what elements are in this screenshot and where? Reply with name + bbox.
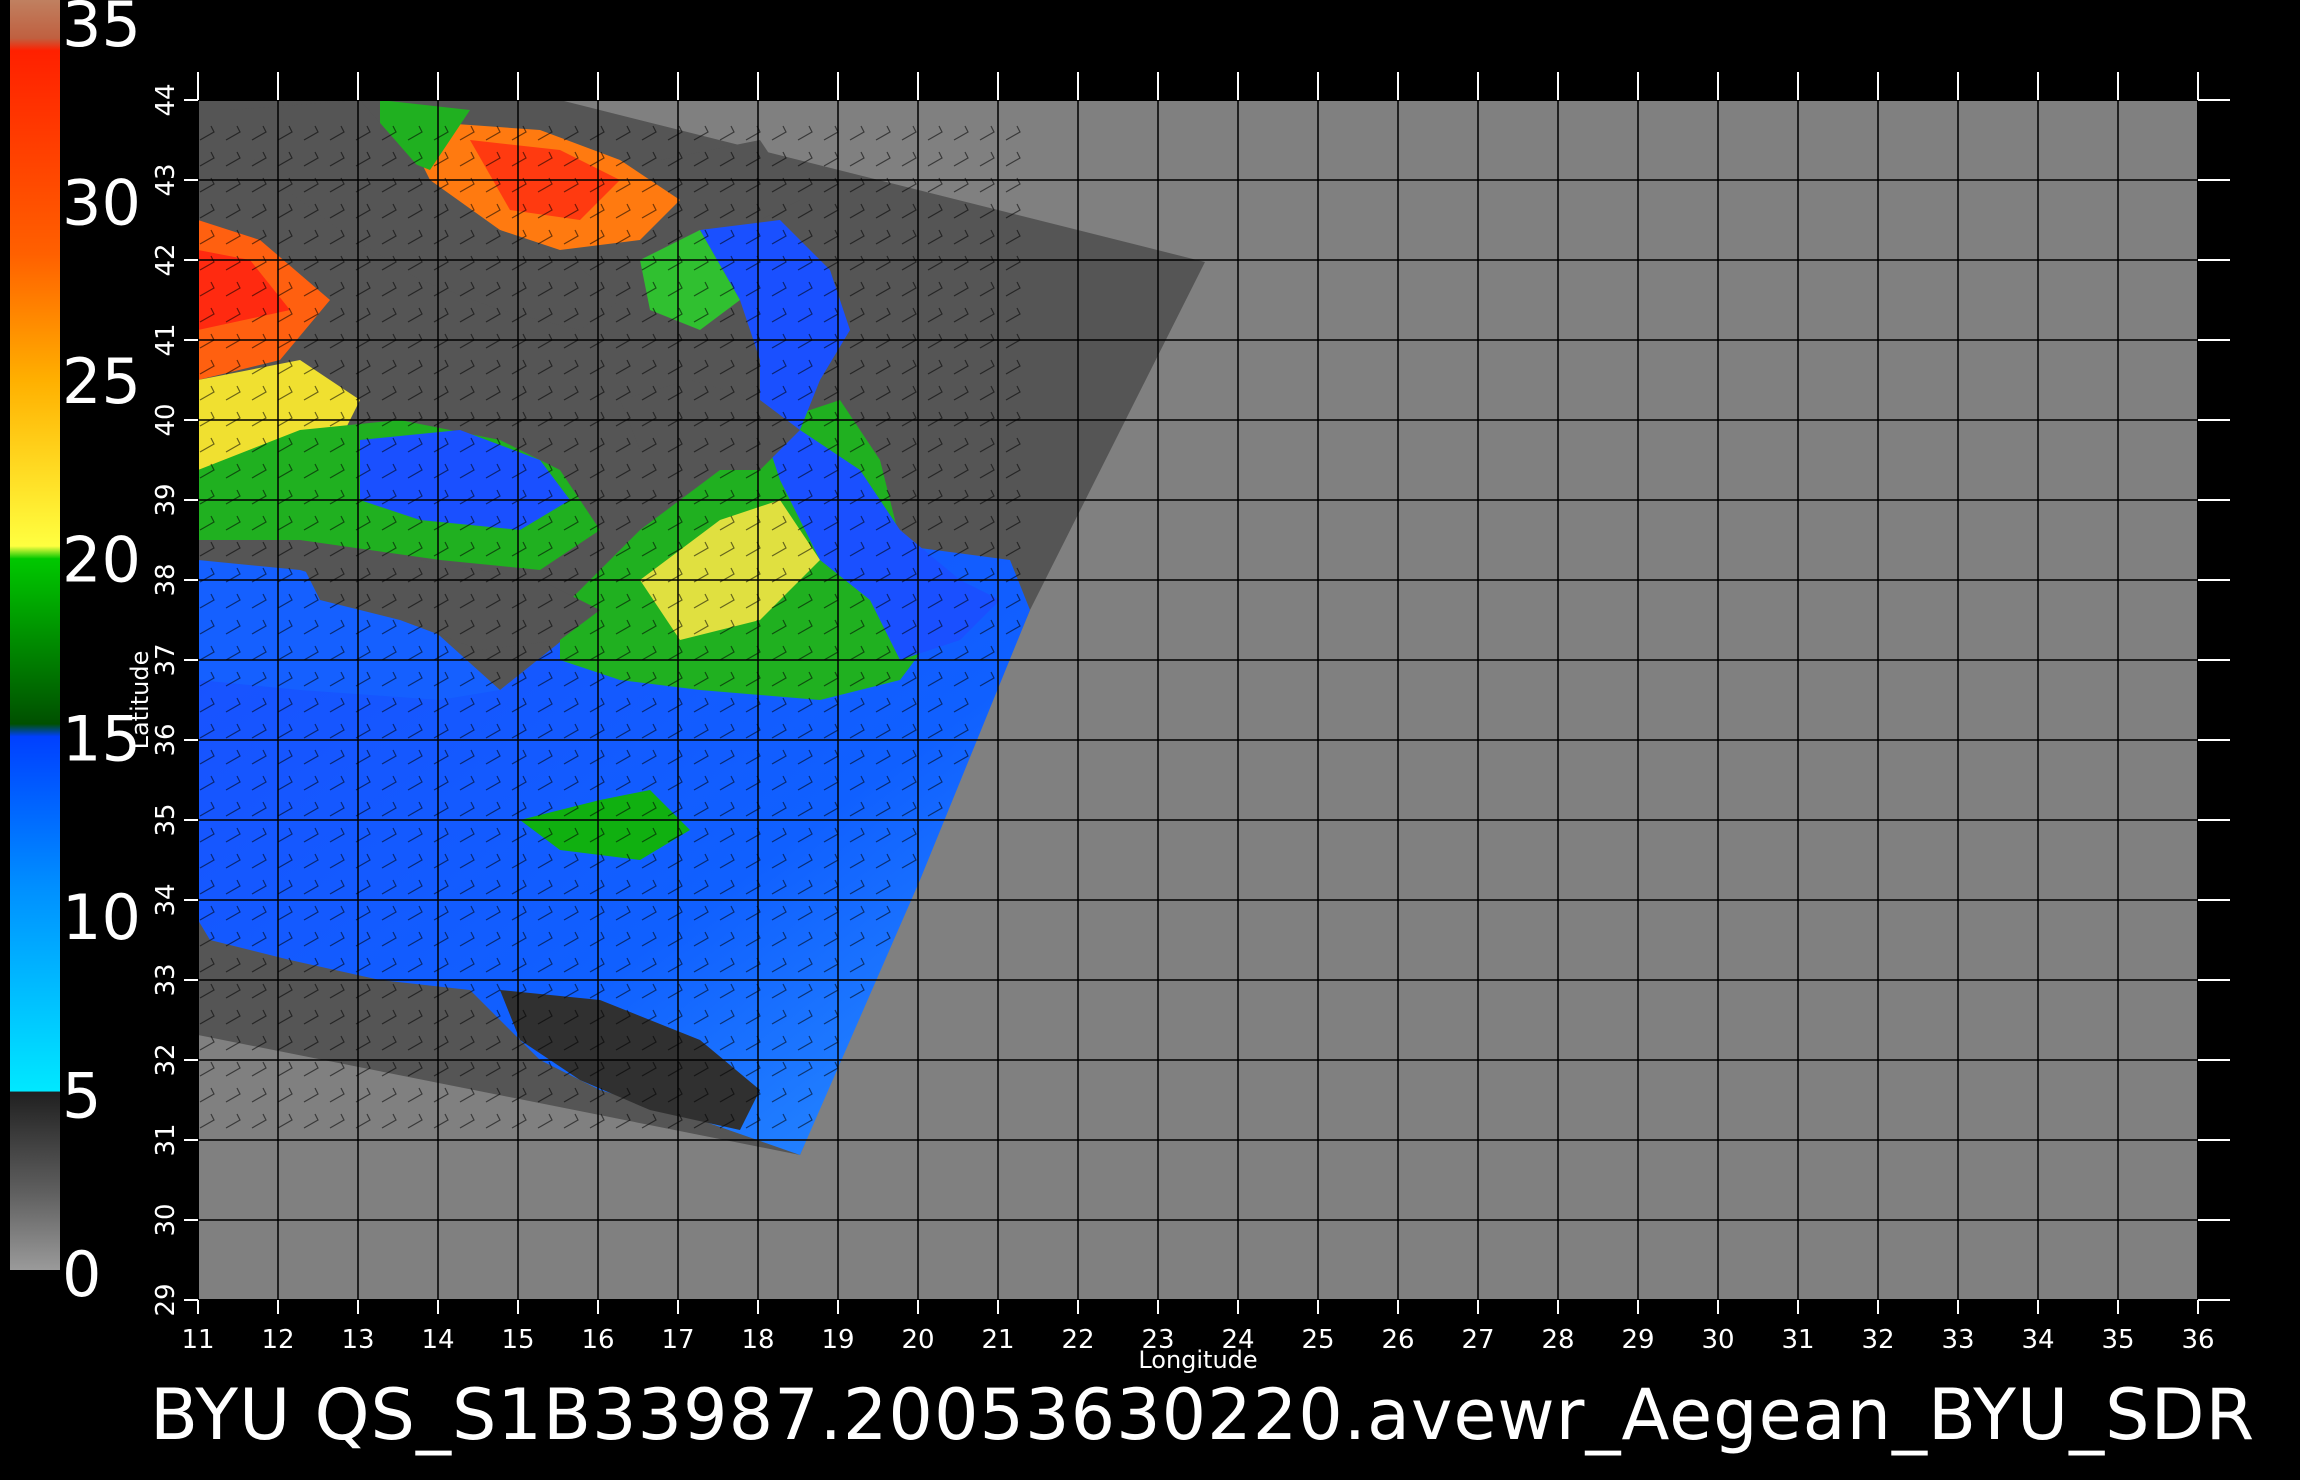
y-tick-label: 30 [151,1203,181,1236]
y-tick-label: 35 [151,803,181,836]
y-tick-label: 43 [151,163,181,196]
y-tick-label: 39 [151,483,181,516]
x-tick-label: 21 [981,1325,1014,1355]
x-tick-label: 14 [421,1325,454,1355]
y-tick-label: 42 [151,243,181,276]
y-tick-label: 32 [151,1043,181,1076]
x-tick-label: 30 [1701,1325,1734,1355]
x-tick-label: 29 [1621,1325,1654,1355]
wind-speed-map: 35 30 25 20 15 10 5 0 11 12 13 14 15 16 17 18 1… [10,0,2230,1374]
product-title: BYU QS_S1B33987.20053630220.avewr_Aegean… [150,1374,2256,1456]
colorbar-tick-label: 10 [62,881,141,954]
colorbar-tick-label: 20 [62,524,141,597]
x-tick-label: 19 [821,1325,854,1355]
y-tick-label: 38 [151,563,181,596]
x-tick-label: 27 [1461,1325,1494,1355]
y-tick-label: 44 [151,83,181,116]
x-tick-label: 33 [1941,1325,1974,1355]
x-tick-label: 12 [261,1325,294,1355]
x-tick-label: 20 [901,1325,934,1355]
y-tick-label: 41 [151,323,181,356]
y-axis-label: Latitude [126,651,154,750]
x-tick-label: 28 [1541,1325,1574,1355]
x-tick-label: 13 [341,1325,374,1355]
x-tick-label: 17 [661,1325,694,1355]
x-tick-label: 36 [2181,1325,2214,1355]
y-tick-label: 37 [151,643,181,676]
y-tick-label: 36 [151,723,181,756]
y-tick-label: 31 [151,1123,181,1156]
y-tick-label: 33 [151,963,181,996]
x-tick-label: 26 [1381,1325,1414,1355]
x-tick-label: 18 [741,1325,774,1355]
x-tick-label: 15 [501,1325,534,1355]
x-tick-label: 16 [581,1325,614,1355]
y-tick-label: 29 [151,1283,181,1316]
y-tick-label: 40 [151,403,181,436]
x-tick-label: 35 [2101,1325,2134,1355]
colorbar-tick-label: 25 [62,345,141,418]
colorbar-tick-label: 30 [62,167,141,240]
x-tick-label: 34 [2021,1325,2054,1355]
x-tick-label: 32 [1861,1325,1894,1355]
colorbar-tick-label: 0 [62,1238,101,1311]
x-tick-label: 11 [181,1325,214,1355]
colorbar-tick-label: 35 [62,0,141,61]
x-tick-label: 31 [1781,1325,1814,1355]
colorbar [10,0,60,1270]
y-tick-label: 34 [151,883,181,916]
x-tick-label: 22 [1061,1325,1094,1355]
colorbar-tick-label: 5 [62,1059,101,1132]
x-tick-label: 25 [1301,1325,1334,1355]
